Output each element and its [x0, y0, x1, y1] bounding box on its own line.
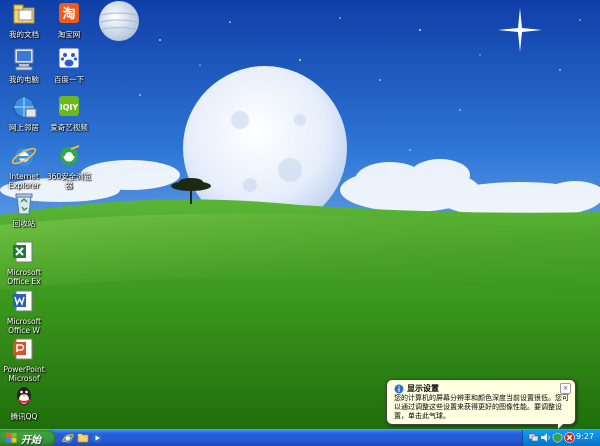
- taobao-icon: 淘: [59, 3, 79, 23]
- taskbar-clock[interactable]: 9:27: [576, 432, 594, 441]
- svg-text:iQIY: iQIY: [60, 103, 79, 112]
- desktop-icon-excel[interactable]: Microsoft Office Ex: [0, 238, 53, 286]
- desktop-icon-label: 爱奇艺视频: [50, 123, 88, 132]
- recycle-bin-icon: [15, 193, 33, 215]
- desktop-icon-label: 腾讯QQ: [10, 412, 38, 421]
- info-icon: [394, 384, 404, 394]
- 360-browser-icon: [60, 145, 80, 165]
- security-tray-icon[interactable]: [552, 432, 563, 443]
- system-tray: 9:27: [522, 430, 600, 446]
- windows-flag-icon: [6, 433, 17, 443]
- desktop-icon-powerpoint[interactable]: PowerPoint Microsof: [0, 335, 53, 383]
- desktop-icon-qq[interactable]: 腾讯QQ: [0, 382, 53, 421]
- desktop-icon-baidu[interactable]: 百度一下: [40, 45, 98, 84]
- svg-text:淘: 淘: [62, 6, 75, 22]
- balloon-title: 显示设置: [407, 384, 439, 393]
- display-warning-tray-icon[interactable]: [564, 432, 575, 443]
- balloon-body-text: 您的计算机的屏幕分辨率和颜色深度当前设置很低。您可以通过调整这些设置来获得更好的…: [394, 394, 569, 420]
- desktop-icon-recycle-bin[interactable]: 回收站: [0, 189, 53, 228]
- desktop-icon-label: 回收站: [12, 219, 36, 228]
- iqiyi-icon: iQIY: [59, 96, 79, 116]
- internet-explorer-icon: [11, 147, 37, 166]
- start-button-label: 开始: [21, 435, 41, 446]
- ie-quicklaunch-icon[interactable]: [62, 432, 74, 444]
- desktop-icon-label: 淘宝网: [57, 30, 81, 39]
- desktop-icon-360-browser[interactable]: 360安全浏览 器: [40, 142, 98, 190]
- media-quicklaunch-icon[interactable]: [91, 432, 103, 444]
- network-tray-icon[interactable]: [528, 432, 539, 443]
- start-button[interactable]: 开始: [0, 430, 56, 446]
- baidu-icon: [58, 47, 80, 69]
- desktop-icon-taobao[interactable]: 淘 淘宝网: [40, 0, 98, 39]
- desktop-icon-label: 360安全浏览 器: [46, 172, 92, 190]
- desktop-icon-label: Microsoft Office Ex: [6, 268, 42, 286]
- display-settings-balloon[interactable]: 显示设置 × 您的计算机的屏幕分辨率和颜色深度当前设置很低。您可以通过调整这些设…: [386, 379, 576, 431]
- desktop-icon-iqiyi[interactable]: iQIY 爱奇艺视频: [40, 93, 98, 132]
- qq-icon: [17, 387, 31, 405]
- my-documents-icon: [13, 4, 35, 24]
- word-icon: [13, 290, 33, 312]
- network-places-icon: [13, 96, 37, 118]
- powerpoint-icon: [13, 338, 33, 360]
- desktop-icon-label: Microsoft Office W: [6, 317, 42, 335]
- volume-tray-icon[interactable]: [540, 432, 551, 443]
- desktop-icon-label: 百度一下: [54, 75, 84, 84]
- balloon-close-button[interactable]: ×: [560, 383, 571, 394]
- folder-quicklaunch-icon[interactable]: [77, 432, 89, 444]
- my-computer-icon: [14, 48, 34, 71]
- taskbar: 开始 9:27: [0, 429, 600, 446]
- desktop-icon-label: PowerPoint Microsof: [3, 365, 45, 383]
- excel-icon: [13, 241, 33, 263]
- desktop-icon-word[interactable]: Microsoft Office W: [0, 287, 53, 335]
